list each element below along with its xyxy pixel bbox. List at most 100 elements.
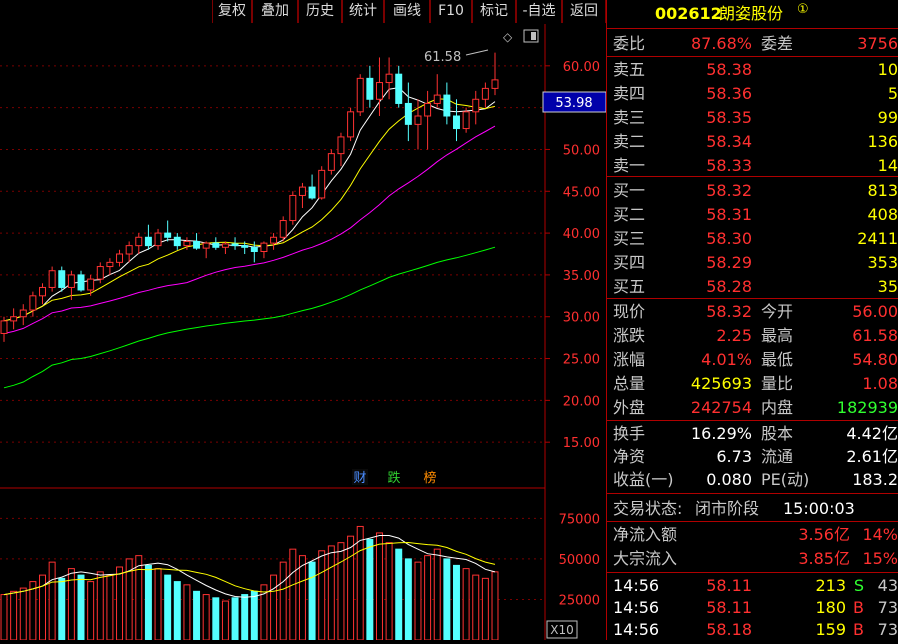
volume-bar[interactable]	[164, 574, 172, 641]
kline-chart[interactable]: 60.0055.0050.0045.0040.0035.0030.0025.00…	[0, 24, 607, 641]
volume-bar[interactable]	[106, 574, 114, 641]
candle-body[interactable]	[424, 102, 432, 117]
sell-level-row[interactable]: 卖四 58.36 5	[611, 82, 898, 105]
candle-body[interactable]	[193, 240, 201, 249]
volume-bar[interactable]	[395, 548, 403, 641]
history-button[interactable]: 历史	[298, 0, 342, 23]
volume-bar[interactable]	[366, 538, 374, 641]
volume-bar[interactable]	[443, 558, 451, 641]
volume-bar[interactable]	[318, 550, 326, 641]
candle-body[interactable]	[356, 77, 364, 113]
diamond-icon[interactable]: ◇	[503, 30, 513, 44]
candle-body[interactable]	[0, 320, 8, 334]
volume-bar[interactable]	[327, 545, 335, 641]
candle-body[interactable]	[10, 316, 18, 322]
volume-bar[interactable]	[356, 525, 364, 641]
volume-bar[interactable]	[29, 581, 37, 641]
candle-body[interactable]	[77, 274, 85, 291]
volume-bar[interactable]	[154, 568, 162, 641]
candle-body[interactable]	[491, 79, 499, 89]
buy-level-row[interactable]: 买三 58.30 2411	[611, 227, 898, 250]
volume-bar[interactable]	[67, 568, 75, 641]
overlay-button[interactable]: 叠加	[252, 0, 298, 23]
volume-bar[interactable]	[404, 558, 412, 641]
candle-body[interactable]	[48, 270, 56, 288]
back-button[interactable]: 返回	[562, 0, 606, 23]
volume-bar[interactable]	[19, 587, 27, 641]
candle-body[interactable]	[154, 232, 162, 247]
candle-body[interactable]	[395, 73, 403, 104]
volume-bar[interactable]	[221, 600, 229, 641]
candle-body[interactable]	[202, 242, 210, 249]
candle-body[interactable]	[241, 245, 249, 248]
buy-level-row[interactable]: 买一 58.32 813	[611, 179, 898, 202]
volume-bar[interactable]	[424, 555, 432, 641]
candle-body[interactable]	[472, 98, 480, 113]
candle-body[interactable]	[221, 243, 229, 248]
candle-body[interactable]	[173, 236, 181, 247]
candle-body[interactable]	[385, 73, 393, 84]
kline-chart-area[interactable]: 60.0055.0050.0045.0040.0035.0030.0025.00…	[0, 24, 607, 641]
candle-body[interactable]	[106, 261, 114, 268]
candle-body[interactable]	[96, 266, 104, 280]
mark-button[interactable]: 标记	[472, 0, 516, 23]
volume-bar[interactable]	[212, 597, 220, 641]
volume-bar[interactable]	[289, 548, 297, 641]
volume-bar[interactable]	[308, 561, 316, 641]
candle-body[interactable]	[144, 236, 152, 247]
volume-bar[interactable]	[491, 571, 499, 641]
volume-bar[interactable]	[279, 561, 287, 641]
volume-bar[interactable]	[96, 571, 104, 641]
draw-line-button[interactable]: 画线	[384, 0, 430, 23]
volume-bar[interactable]	[453, 564, 460, 641]
volume-bar[interactable]	[250, 590, 258, 641]
tick-row[interactable]: 14:56 58.11 180 B 73	[611, 596, 898, 619]
candle-body[interactable]	[67, 274, 75, 288]
volume-bar[interactable]	[0, 594, 8, 641]
tick-row[interactable]: 14:56 58.18 159 B 73	[611, 618, 898, 641]
fuquan-button[interactable]: 复权	[212, 0, 252, 23]
candle-body[interactable]	[347, 111, 355, 138]
volume-bar[interactable]	[48, 561, 56, 641]
buy-level-row[interactable]: 买五 58.28 35	[611, 275, 898, 298]
volume-bar[interactable]	[298, 555, 306, 641]
volume-bar[interactable]	[385, 542, 393, 641]
volume-bar[interactable]	[481, 577, 489, 641]
volume-bar[interactable]	[183, 584, 191, 641]
candle-body[interactable]	[453, 115, 460, 130]
volume-bar[interactable]	[87, 581, 95, 641]
volume-bar[interactable]	[337, 542, 345, 641]
candle-body[interactable]	[404, 102, 412, 125]
candle-body[interactable]	[183, 240, 191, 247]
candle-body[interactable]	[327, 153, 335, 171]
volume-bar[interactable]	[270, 574, 278, 641]
candle-body[interactable]	[250, 246, 258, 252]
volume-bar[interactable]	[202, 594, 210, 641]
candle-body[interactable]	[433, 94, 441, 104]
candle-body[interactable]	[289, 194, 297, 222]
candle-body[interactable]	[308, 186, 316, 199]
tag-finance[interactable]: 财	[353, 471, 366, 486]
volume-bar[interactable]	[462, 568, 470, 641]
buy-level-row[interactable]: 买二 58.31 408	[611, 203, 898, 226]
volume-bar[interactable]	[144, 564, 152, 641]
volume-bar[interactable]	[58, 577, 66, 641]
candle-body[interactable]	[279, 220, 287, 238]
candle-body[interactable]	[414, 115, 422, 125]
candle-body[interactable]	[298, 186, 306, 196]
volume-bar[interactable]	[116, 566, 124, 641]
sell-level-row[interactable]: 卖一 58.33 14	[611, 154, 898, 177]
candle-body[interactable]	[443, 94, 451, 117]
f10-button[interactable]: F10	[430, 0, 472, 23]
candle-body[interactable]	[19, 309, 27, 318]
volume-bar[interactable]	[472, 574, 480, 641]
volume-bar[interactable]	[77, 574, 85, 641]
tag-fall[interactable]: 跌	[387, 470, 400, 486]
remove-watchlist-button[interactable]: -自选	[516, 0, 562, 23]
volume-bar[interactable]	[10, 590, 18, 641]
volume-bar[interactable]	[241, 594, 249, 641]
volume-bar[interactable]	[433, 548, 441, 641]
candle-body[interactable]	[29, 295, 37, 311]
volume-bar[interactable]	[173, 581, 181, 641]
candle-body[interactable]	[87, 278, 95, 291]
